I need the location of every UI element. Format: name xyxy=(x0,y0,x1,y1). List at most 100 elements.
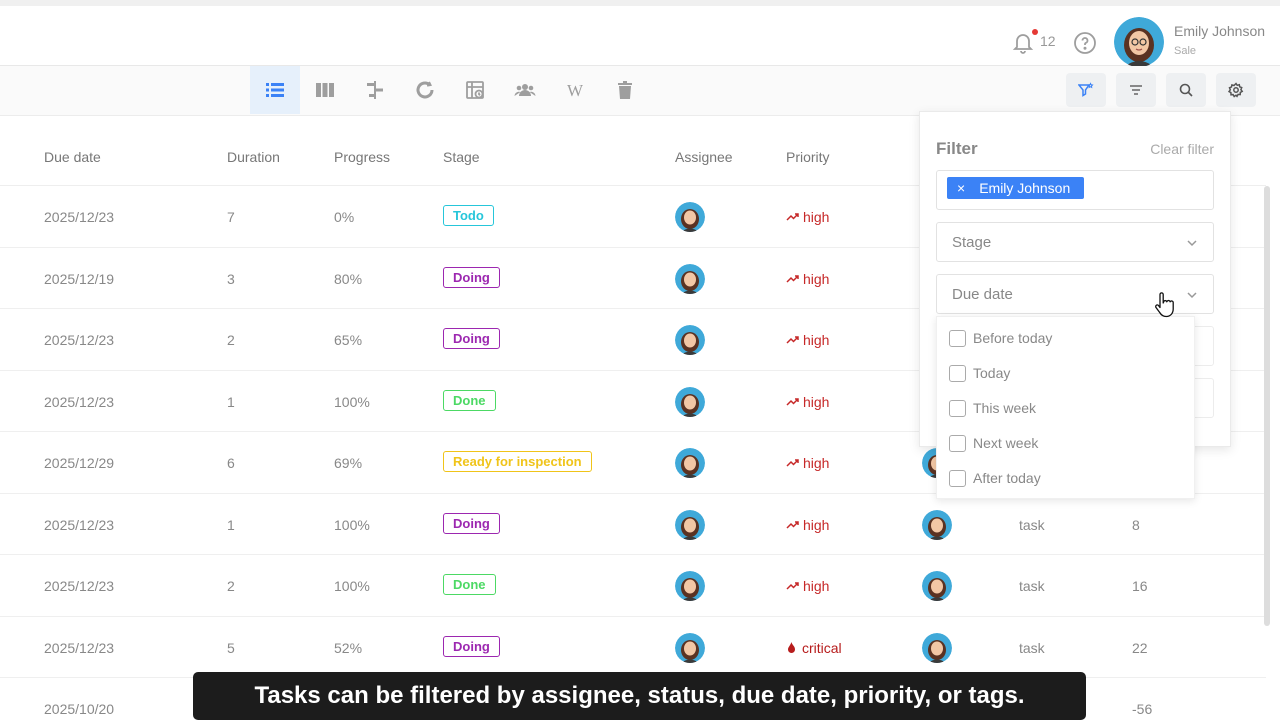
filter-button[interactable] xyxy=(1066,73,1106,107)
top-header: 12 Emily Johnson Sale xyxy=(0,0,1280,67)
help-icon[interactable] xyxy=(1073,31,1097,55)
table-row[interactable]: 2025/12/23 5 52% Doing critical task 22 xyxy=(0,617,1266,678)
stage-badge[interactable]: Doing xyxy=(443,328,500,349)
clear-filter-link[interactable]: Clear filter xyxy=(1150,141,1214,157)
settings-icon xyxy=(1228,82,1244,98)
priority-label: critical xyxy=(802,639,842,656)
table-scrollbar[interactable] xyxy=(1264,186,1270,626)
gantt-view-button[interactable] xyxy=(350,66,400,114)
view-toolbar: W xyxy=(0,66,1280,116)
reporter-avatar[interactable] xyxy=(922,571,952,601)
checkbox[interactable] xyxy=(949,329,966,347)
progress-cell: 52% xyxy=(334,639,363,656)
video-caption: Tasks can be filtered by assignee, statu… xyxy=(193,672,1086,720)
filter-active-icon xyxy=(1078,82,1094,97)
progress-cell: 100% xyxy=(334,393,370,410)
stage-badge[interactable]: Doing xyxy=(443,635,500,657)
due-date-option[interactable]: Before today xyxy=(949,327,1052,349)
stage-badge[interactable]: Done xyxy=(443,389,496,411)
reporter-avatar[interactable] xyxy=(922,632,952,663)
search-button[interactable] xyxy=(1166,73,1206,107)
reporter-avatar[interactable] xyxy=(922,509,952,540)
stage-badge[interactable]: Doing xyxy=(443,266,500,288)
assignee-avatar[interactable] xyxy=(675,202,705,232)
column-header-progress[interactable]: Progress xyxy=(334,149,390,165)
number-cell: 8 xyxy=(1132,516,1140,533)
stage-filter-select[interactable]: Stage xyxy=(936,222,1214,262)
duration-cell: 7 xyxy=(227,209,235,225)
progress-cell: 80% xyxy=(334,270,363,287)
priority-cell: high xyxy=(786,271,829,287)
sort-button[interactable] xyxy=(1116,73,1156,107)
option-label: Next week xyxy=(973,435,1039,451)
due-date-cell: 2025/12/23 xyxy=(44,639,115,656)
user-name[interactable]: Emily Johnson xyxy=(1174,23,1265,39)
type-cell: task xyxy=(1019,578,1045,594)
notification-dot xyxy=(1032,29,1038,35)
assignee-tag[interactable]: × Emily Johnson xyxy=(947,177,1085,199)
wiki-view-button[interactable]: W xyxy=(550,66,600,114)
chevron-down-icon xyxy=(1187,292,1197,299)
assignee-filter-field[interactable]: × Emily Johnson xyxy=(936,170,1214,210)
list-view-button[interactable] xyxy=(250,66,300,114)
due-date-option[interactable]: Next week xyxy=(949,432,1038,454)
table-row[interactable]: 2025/12/23 2 100% Done high task 16 xyxy=(0,555,1266,617)
assignee-avatar[interactable] xyxy=(675,571,705,601)
assignee-avatar[interactable] xyxy=(675,325,705,355)
stage-badge[interactable]: Done xyxy=(443,574,496,595)
column-header-due-date[interactable]: Due date xyxy=(44,149,101,165)
stage-badge[interactable]: Doing xyxy=(443,512,500,534)
checkbox[interactable] xyxy=(949,434,966,452)
progress-cell: 100% xyxy=(334,578,370,594)
checkbox[interactable] xyxy=(949,399,966,417)
trending-up-icon xyxy=(786,397,799,406)
due-date-option[interactable]: After today xyxy=(949,467,1041,489)
duration-cell: 1 xyxy=(227,393,235,410)
settings-button[interactable] xyxy=(1216,73,1256,107)
trending-up-icon xyxy=(786,520,799,529)
progress-cell: 65% xyxy=(334,332,363,348)
progress-cell: 69% xyxy=(334,455,363,471)
stage-badge[interactable]: Ready for inspection xyxy=(443,451,592,472)
due-date-cell: 2025/12/23 xyxy=(44,393,115,410)
column-header-assignee[interactable]: Assignee xyxy=(675,149,733,165)
due-date-option[interactable]: Today xyxy=(949,362,1010,384)
priority-cell: high xyxy=(786,209,829,225)
duration-cell: 1 xyxy=(227,516,235,533)
team-view-button[interactable] xyxy=(500,66,550,114)
priority-label: high xyxy=(803,393,830,410)
chevron-down-icon xyxy=(1187,240,1197,247)
table-row[interactable]: 2025/12/23 1 100% Doing high task 8 xyxy=(0,494,1266,555)
assignee-avatar[interactable] xyxy=(675,632,705,663)
notification-count: 12 xyxy=(1040,33,1056,49)
bell-icon[interactable] xyxy=(1011,30,1035,54)
wiki-view-icon: W xyxy=(567,81,584,100)
assignee-avatar[interactable] xyxy=(675,509,705,540)
progress-cell: 0% xyxy=(334,209,355,225)
priority-cell: high xyxy=(786,455,829,471)
cycle-view-button[interactable] xyxy=(400,66,450,114)
priority-label: high xyxy=(803,455,830,471)
assignee-avatar[interactable] xyxy=(675,448,705,478)
user-avatar[interactable] xyxy=(1114,17,1164,67)
stage-badge[interactable]: Todo xyxy=(443,205,494,226)
type-cell: task xyxy=(1019,639,1045,656)
assignee-avatar[interactable] xyxy=(675,386,705,417)
number-cell: -56 xyxy=(1132,701,1153,717)
trash-view-button[interactable] xyxy=(600,66,650,114)
checkbox[interactable] xyxy=(949,469,966,487)
type-cell: task xyxy=(1019,516,1045,533)
column-header-priority[interactable]: Priority xyxy=(786,149,830,165)
column-header-duration[interactable]: Duration xyxy=(227,149,280,165)
remove-tag-icon[interactable]: × xyxy=(957,180,965,196)
due-date-cell: 2025/12/23 xyxy=(44,332,115,348)
priority-cell: high xyxy=(786,517,829,533)
due-date-option[interactable]: This week xyxy=(949,397,1036,419)
column-header-stage[interactable]: Stage xyxy=(443,149,480,165)
option-label: After today xyxy=(973,470,1041,486)
filter-title: Filter xyxy=(936,139,978,158)
assignee-avatar[interactable] xyxy=(675,263,705,294)
calendar-view-button[interactable] xyxy=(450,66,500,114)
board-view-button[interactable] xyxy=(300,66,350,114)
checkbox[interactable] xyxy=(949,364,966,382)
